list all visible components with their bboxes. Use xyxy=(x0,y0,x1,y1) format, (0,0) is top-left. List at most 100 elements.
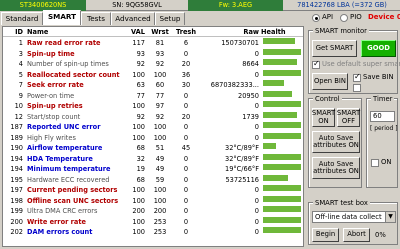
table-row[interactable]: 197 Current pending sectors 100 100 0 0 xyxy=(3,185,303,195)
attribute-worst: 81 xyxy=(155,39,165,47)
attribute-raw: 32°C/89°F xyxy=(225,154,259,163)
table-row[interactable]: 9 Power-on time 77 77 0 20950 xyxy=(3,90,303,101)
table-row[interactable]: 198 Offline scan UNC sectors 100 100 0 0 xyxy=(3,195,303,206)
attribute-raw: 19°C/66°F xyxy=(225,165,259,173)
table-row[interactable]: 202 DAM errors count 100 253 0 0 xyxy=(3,227,303,237)
attribute-value: 100 xyxy=(132,133,145,142)
use-default-checkbox[interactable] xyxy=(312,59,320,69)
api-label: API xyxy=(322,13,334,21)
chevron-down-icon[interactable]: ▼ xyxy=(385,212,395,222)
header-raw[interactable]: Raw xyxy=(201,27,259,37)
attribute-threshold: 0 xyxy=(183,165,189,173)
attribute-worst: 253 xyxy=(153,217,167,226)
smart-monitor-title: SMART monitor xyxy=(313,27,369,35)
table-row[interactable]: 187 Reported UNC error 100 100 0 0 xyxy=(3,122,303,132)
attribute-name: HDA Temperature xyxy=(27,154,93,163)
smart-on-button[interactable]: SMART ON xyxy=(312,108,335,127)
attribute-name: Seek error rate xyxy=(27,81,84,89)
timer-input[interactable]: 60 xyxy=(370,111,395,122)
table-row[interactable]: 12 Start/stop count 92 92 20 1739 xyxy=(3,111,303,122)
header-health[interactable]: Health xyxy=(261,27,303,37)
autosave-on-button[interactable]: Auto Save attributes ON xyxy=(312,131,360,153)
control-group: Control SMART ON SMART OFF Auto Save att… xyxy=(308,95,362,188)
table-row[interactable]: 190 Airflow temperature 68 51 45 32°C/89°F xyxy=(3,143,303,153)
attribute-raw: 0 xyxy=(254,70,259,79)
attribute-raw: 0 xyxy=(254,102,259,110)
api-radio[interactable] xyxy=(312,14,320,22)
attribute-raw: 150730701 xyxy=(221,39,259,47)
health-bar xyxy=(263,48,301,55)
health-bar xyxy=(263,38,295,44)
save-bin-checkbox[interactable] xyxy=(353,72,361,82)
table-row[interactable]: 195 Hardware ECC recovered 68 59 0 53725116 xyxy=(3,174,303,185)
attribute-worst: 97 xyxy=(155,102,165,110)
attribute-id: 195 xyxy=(10,175,23,184)
smart-attributes-table: ID Name VAL Wrst Tresh Raw Health 1 Raw r… xyxy=(2,26,304,247)
attribute-id: 3 xyxy=(18,49,23,58)
health-bar xyxy=(263,111,297,118)
header-wrst[interactable]: Wrst xyxy=(149,27,171,37)
get-smart-button[interactable]: Get SMART xyxy=(312,40,357,57)
sync-checkbox[interactable] xyxy=(353,84,361,92)
pio-radio[interactable] xyxy=(340,14,348,22)
attribute-worst: 92 xyxy=(155,60,165,68)
abort-button[interactable]: Abort xyxy=(343,228,370,242)
table-row[interactable]: 3 Spin-up time 93 93 0 0 xyxy=(3,48,303,59)
attribute-name: Offline scan UNC sectors xyxy=(27,196,119,205)
attribute-threshold: 0 xyxy=(183,186,189,194)
attribute-worst: 253 xyxy=(153,228,167,236)
attribute-value: 117 xyxy=(132,39,145,47)
header-id[interactable]: ID xyxy=(5,27,23,37)
table-row[interactable]: 7 Seek error rate 63 60 30 6870382333... xyxy=(3,80,303,90)
test-select-value: Off-line data collect xyxy=(315,213,382,221)
attribute-name: Power-on time xyxy=(27,91,75,100)
device-label: Device 0 xyxy=(368,13,400,21)
attribute-name: Number of spin-up times xyxy=(27,60,109,68)
table-row[interactable]: 4 Number of spin-up times 92 92 20 8664 xyxy=(3,59,303,69)
smart-off-button[interactable]: SMART OFF xyxy=(337,108,360,127)
timer-on-checkbox[interactable] xyxy=(371,159,379,167)
tab-setup[interactable]: Setup xyxy=(155,12,185,25)
attribute-name: Write error rate xyxy=(27,217,86,226)
attribute-threshold: 0 xyxy=(183,175,189,184)
tab-tests[interactable]: Tests xyxy=(81,12,111,25)
drive-serial: SN: 9QG58GVL xyxy=(112,1,162,9)
health-bar xyxy=(263,122,301,128)
table-row[interactable]: 194 Minimum temperature 19 49 0 19°C/66°F xyxy=(3,164,303,174)
tab-smart[interactable]: SMART xyxy=(43,10,81,25)
table-row[interactable]: 200 Write error rate 100 253 0 0 xyxy=(3,216,303,227)
header-val[interactable]: VAL xyxy=(125,27,145,37)
table-row[interactable]: 5 Reallocated sector count 100 100 36 0 xyxy=(3,69,303,80)
attribute-threshold: 0 xyxy=(183,102,189,110)
attribute-value: 100 xyxy=(132,196,145,205)
attribute-worst: 100 xyxy=(153,133,167,142)
header-tresh[interactable]: Tresh xyxy=(173,27,199,37)
table-row[interactable]: 199 Ultra DMA CRC errors 200 200 0 0 xyxy=(3,206,303,216)
health-bar xyxy=(263,143,276,149)
table-row[interactable]: 189 High Fly writes 100 100 0 0 xyxy=(3,132,303,143)
tab-standard[interactable]: Standard xyxy=(1,12,43,25)
test-select[interactable]: Off-line data collect ▼ xyxy=(312,211,396,223)
timer-group: Timer 60 [ period ] ON xyxy=(366,95,398,188)
header-attribute[interactable]: Name xyxy=(27,27,123,37)
attribute-raw: 0 xyxy=(254,133,259,142)
table-row[interactable]: 194 HDA Temperature 32 49 0 32°C/89°F xyxy=(3,153,303,164)
table-row[interactable]: 10 Spin-up retries 100 97 0 0 xyxy=(3,101,303,111)
access-mode: API PIO Device 0 xyxy=(312,12,400,24)
attribute-id: 5 xyxy=(18,70,23,79)
attribute-id: 194 xyxy=(10,154,23,163)
attribute-worst: 100 xyxy=(153,123,167,131)
autosave-off-button[interactable]: Auto Save attributes ON xyxy=(312,157,360,179)
table-row[interactable]: 1 Raw read error rate 117 81 6 150730701 xyxy=(3,38,303,48)
attribute-raw: 32°C/89°F xyxy=(225,144,259,152)
attribute-raw: 0 xyxy=(254,217,259,226)
tab-advanced[interactable]: Advanced xyxy=(111,12,155,25)
open-bin-button[interactable]: Open BIN xyxy=(312,73,348,90)
begin-button[interactable]: Begin xyxy=(312,228,339,242)
attribute-id: 4 xyxy=(18,60,23,68)
attribute-name: Raw read error rate xyxy=(27,39,101,47)
smart-monitor-group: SMART monitor Get SMART GOOD Use default… xyxy=(308,27,400,94)
attribute-id: 1 xyxy=(18,39,23,47)
right-panel: SMART monitor Get SMART GOOD Use default… xyxy=(306,26,400,247)
attribute-name: Reported UNC error xyxy=(27,123,101,131)
